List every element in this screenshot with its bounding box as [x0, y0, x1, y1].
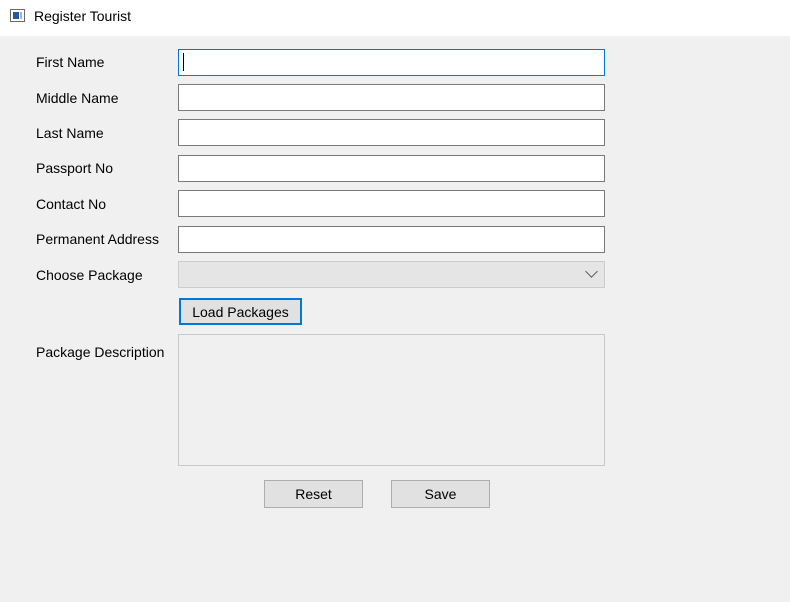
title-bar: Register Tourist — [0, 0, 790, 36]
first-name-input[interactable] — [178, 49, 605, 76]
choose-package-dropdown[interactable] — [178, 261, 605, 288]
passport-no-label: Passport No — [36, 160, 114, 176]
reset-button[interactable]: Reset — [264, 480, 363, 508]
permanent-address-label: Permanent Address — [36, 231, 159, 247]
passport-no-input[interactable] — [178, 155, 605, 182]
middle-name-label: Middle Name — [36, 90, 119, 106]
contact-no-label: Contact No — [36, 196, 107, 212]
first-name-label: First Name — [36, 54, 105, 70]
load-packages-button[interactable]: Load Packages — [179, 298, 302, 325]
permanent-address-input[interactable] — [178, 226, 605, 253]
window-app-icon — [10, 9, 25, 22]
chevron-down-icon[interactable] — [585, 265, 598, 278]
choose-package-label: Choose Package — [36, 267, 143, 283]
window-title: Register Tourist — [34, 8, 132, 24]
register-tourist-window: Register Tourist First Name Middle Name … — [0, 0, 790, 602]
text-caret — [183, 53, 184, 71]
middle-name-input[interactable] — [178, 84, 605, 111]
last-name-input[interactable] — [178, 119, 605, 146]
package-description-label: Package Description — [36, 344, 165, 360]
last-name-label: Last Name — [36, 125, 104, 141]
contact-no-input[interactable] — [178, 190, 605, 217]
package-description-box[interactable] — [178, 334, 605, 466]
save-button[interactable]: Save — [391, 480, 490, 508]
